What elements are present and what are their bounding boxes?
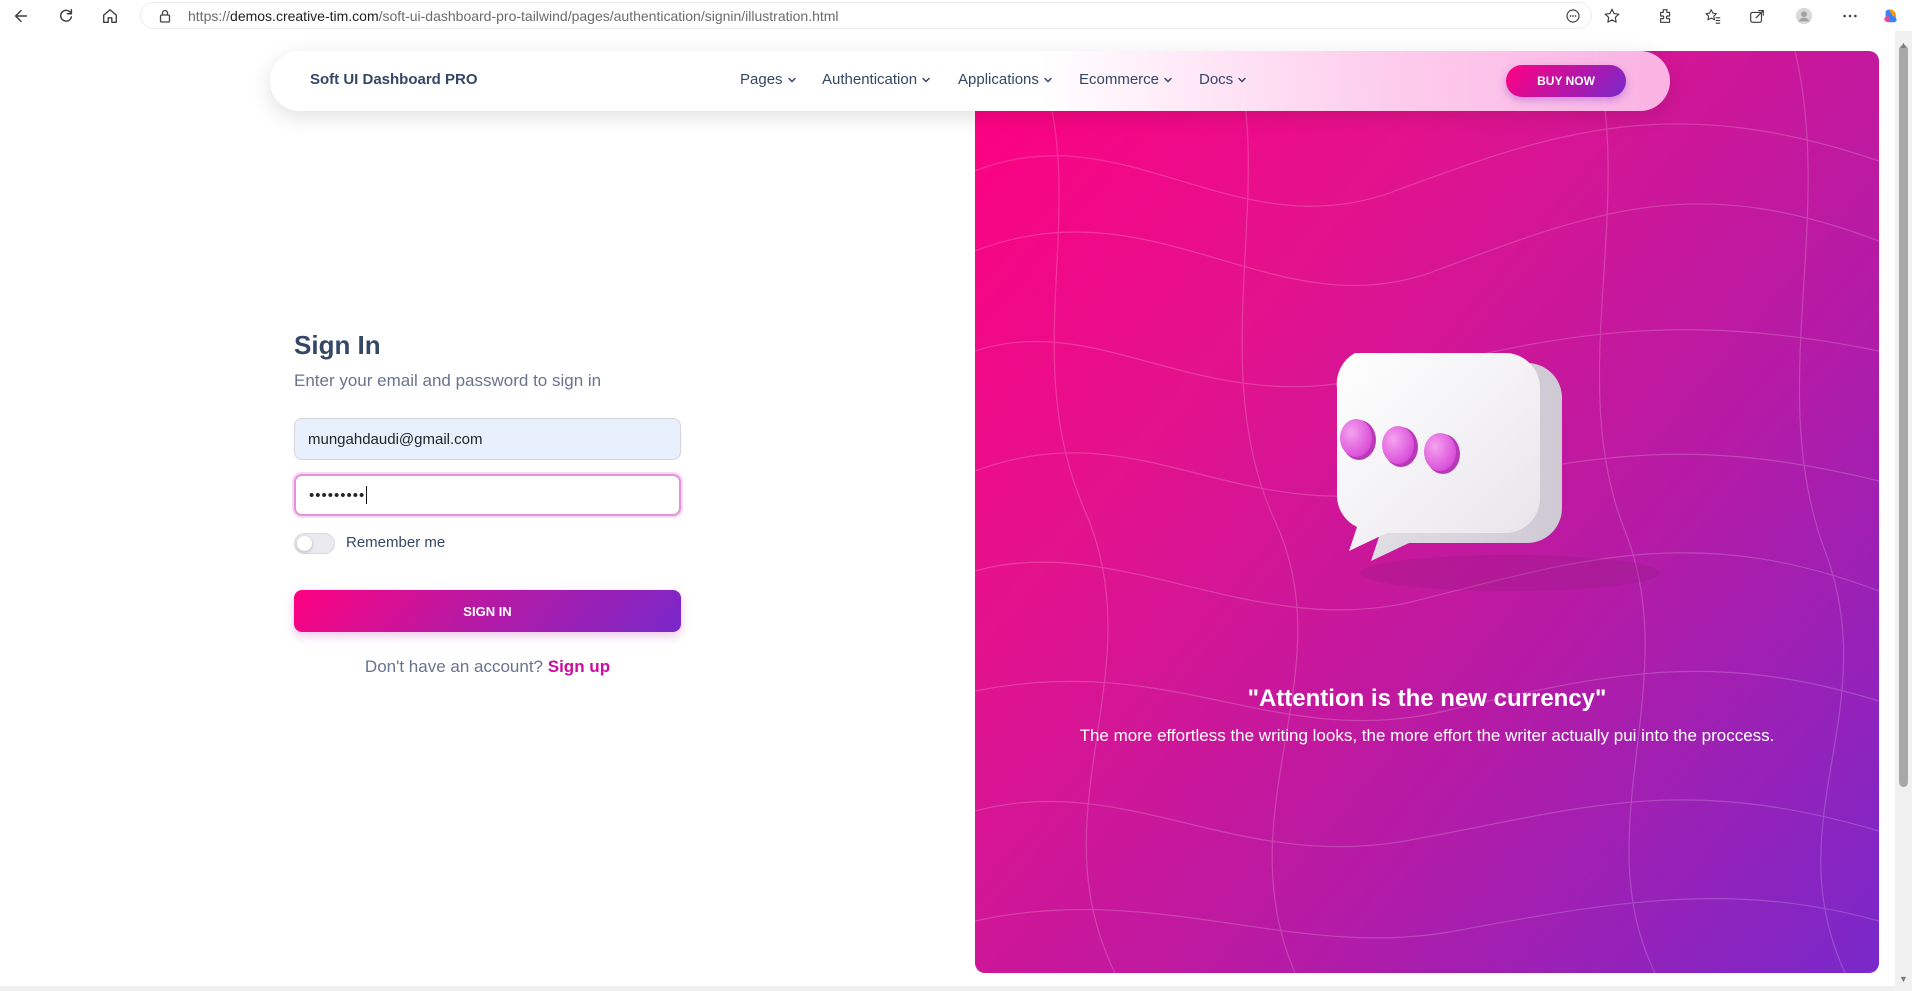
buy-now-button[interactable]: BUY NOW (1506, 65, 1626, 97)
brand-logo-text[interactable]: Soft UI Dashboard PRO (310, 71, 478, 88)
scrollbar-thumb[interactable] (1899, 45, 1908, 787)
share-icon[interactable] (1744, 3, 1770, 29)
url-text[interactable]: https://demos.creative-tim.com/soft-ui-d… (188, 8, 839, 24)
scroll-up-icon[interactable]: ▲ (1898, 39, 1909, 50)
nav-item-pages[interactable]: Pages (740, 71, 797, 88)
browser-toolbar: https://demos.creative-tim.com/soft-ui-d… (0, 0, 1912, 31)
lock-icon[interactable] (155, 6, 175, 26)
reload-icon[interactable] (53, 3, 79, 29)
nav-item-label: Authentication (822, 71, 918, 88)
chevron-down-icon (787, 77, 796, 82)
chevron-down-icon (922, 77, 930, 82)
profile-icon[interactable] (1791, 3, 1817, 29)
signin-title: Sign In (294, 330, 381, 360)
nav-item-applications[interactable]: Applications (958, 71, 1053, 88)
signup-link[interactable]: Sign up (548, 657, 610, 676)
nav-item-authentication[interactable]: Authentication (822, 71, 931, 88)
bottom-edge (0, 986, 1895, 991)
signin-button[interactable]: SIGN IN (294, 590, 681, 632)
text-caret (366, 486, 368, 504)
no-account-text: Don't have an account? (364, 657, 544, 676)
nav-item-label: Applications (958, 71, 1039, 88)
back-icon[interactable] (8, 3, 34, 29)
signin-subtitle: Enter your email and password to sign in (294, 371, 602, 390)
nav-item-label: Pages (740, 71, 783, 88)
chat-bubble-icon (1336, 353, 1660, 591)
chevron-down-icon (1044, 77, 1052, 82)
chevron-down-icon (1164, 77, 1172, 82)
chevron-down-icon (1238, 77, 1246, 82)
email-value: mungahdaudi@gmail.com (308, 430, 483, 448)
nav-item-docs[interactable]: Docs (1199, 71, 1247, 88)
reader-mode-icon[interactable] (1563, 6, 1583, 26)
copilot-icon[interactable] (1878, 3, 1904, 29)
hero-caption: The more effortless the writing looks, t… (1079, 726, 1775, 745)
password-field[interactable]: ••••••••• (294, 474, 681, 516)
password-value: ••••••••• (309, 486, 366, 504)
extensions-icon[interactable] (1653, 3, 1679, 29)
remember-me-toggle[interactable] (294, 533, 335, 554)
top-navbar: Soft UI Dashboard PRO Pages Authenticati… (270, 51, 1670, 111)
more-icon[interactable] (1837, 3, 1863, 29)
hero-quote: "Attention is the new currency" (1247, 685, 1607, 712)
nav-item-label: Ecommerce (1079, 71, 1160, 88)
favorites-icon[interactable] (1700, 3, 1726, 29)
address-bar[interactable]: https://demos.creative-tim.com/soft-ui-d… (140, 2, 1592, 29)
remember-me-label[interactable]: Remember me (346, 534, 445, 551)
url-path: /soft-ui-dashboard-pro-tailwind/pages/au… (378, 8, 839, 24)
signup-prompt: Don't have an account? Sign up (294, 657, 681, 677)
toggle-knob (297, 536, 312, 551)
email-field[interactable]: mungahdaudi@gmail.com (294, 418, 681, 460)
home-icon[interactable] (97, 3, 123, 29)
star-icon[interactable] (1599, 3, 1625, 29)
nav-item-ecommerce[interactable]: Ecommerce (1079, 71, 1173, 88)
url-host: demos.creative-tim.com (230, 8, 379, 24)
nav-item-label: Docs (1199, 71, 1234, 88)
url-prefix: https:// (188, 8, 231, 24)
scroll-down-icon[interactable]: ▼ (1898, 973, 1909, 984)
